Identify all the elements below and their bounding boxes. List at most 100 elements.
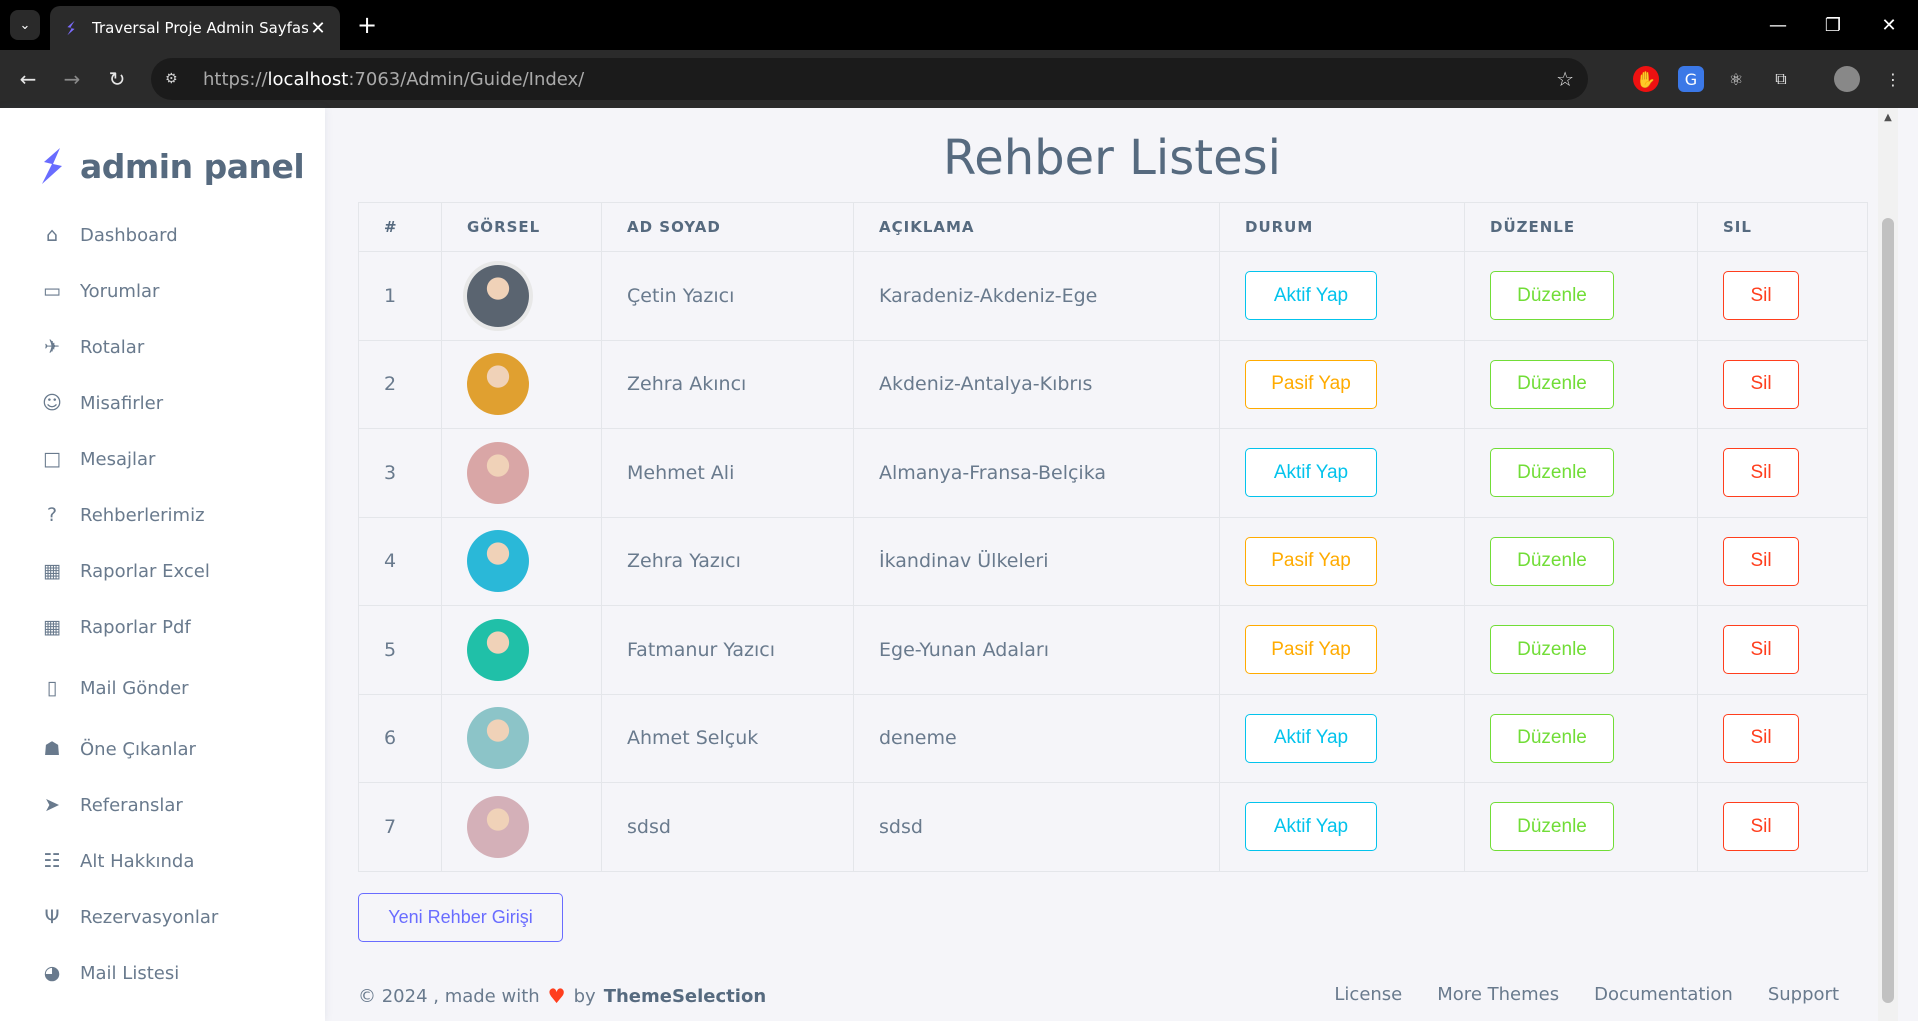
edit-button[interactable]: Düzenle — [1490, 625, 1614, 675]
delete-button[interactable]: Sil — [1723, 713, 1799, 763]
restaurant-icon: Ψ — [44, 906, 60, 928]
status-toggle-button[interactable]: Aktif Yap — [1245, 713, 1377, 763]
avatar — [467, 707, 529, 770]
page: admin panel ⌂ Dashboard ▭ Yorumlar ✈ Rot… — [0, 108, 1918, 1021]
site-info-icon[interactable]: ⚙ — [165, 71, 193, 87]
edit-button[interactable]: Düzenle — [1490, 713, 1614, 763]
guide-description: Akdeniz-Antalya-Kıbrıs — [853, 339, 1220, 429]
delete-cell: Sil — [1697, 251, 1868, 341]
footer-link-support[interactable]: Support — [1768, 984, 1839, 1005]
sidebar-item-misafirler[interactable]: ☺ Misafirler — [40, 388, 163, 418]
sidebar-item-raporlar-excel[interactable]: ▦ Raporlar Excel — [40, 556, 210, 586]
table-header-row: # GÖRSEL AD SOYAD AÇIKLAMA DURUM DÜZENLE… — [358, 202, 1868, 252]
scroll-thumb[interactable] — [1882, 218, 1894, 1003]
footer-link-license[interactable]: License — [1334, 984, 1402, 1005]
react-icon[interactable]: ⚛ — [1723, 66, 1749, 92]
edit-button[interactable]: Düzenle — [1490, 448, 1614, 498]
row-number: 7 — [358, 782, 442, 872]
delete-cell: Sil — [1697, 605, 1868, 695]
edit-cell: Düzenle — [1464, 339, 1698, 429]
column-header: DÜZENLE — [1464, 202, 1698, 252]
brand-text: admin panel — [80, 146, 305, 186]
delete-button[interactable]: Sil — [1723, 271, 1799, 321]
scrollbar[interactable]: ▲ — [1878, 108, 1898, 1021]
puzzle-icon[interactable]: ⧉ — [1768, 66, 1794, 92]
sidebar-item-rehberlerimiz[interactable]: ? Rehberlerimiz — [40, 500, 205, 530]
delete-button[interactable]: Sil — [1723, 625, 1799, 675]
delete-button[interactable]: Sil — [1723, 536, 1799, 586]
guide-name: sdsd — [601, 782, 854, 872]
row-number: 6 — [358, 693, 442, 783]
more-icon[interactable]: ⋮ — [1880, 66, 1906, 92]
table-row: 3 Mehmet Ali Almanya-Fransa-Belçika Aktif Y… — [358, 428, 1868, 518]
scroll-up-arrow-icon[interactable]: ▲ — [1882, 112, 1894, 124]
status-cell: Aktif Yap — [1219, 693, 1465, 783]
status-cell: Aktif Yap — [1219, 251, 1465, 341]
sidebar-item-rotalar[interactable]: ✈ Rotalar — [40, 332, 144, 362]
guide-description: Ege-Yunan Adaları — [853, 605, 1220, 695]
sidebar-item-referanslar[interactable]: ➤ Referanslar — [40, 790, 183, 820]
sidebar-item-mail-listesi[interactable]: ◕ Mail Listesi — [40, 958, 180, 988]
delete-button[interactable]: Sil — [1723, 448, 1799, 498]
cookie-icon: ◕ — [43, 962, 61, 984]
row-number: 5 — [358, 605, 442, 695]
brand-logo-icon — [42, 148, 62, 184]
avatar-cell — [441, 251, 602, 341]
status-toggle-button[interactable]: Pasif Yap — [1245, 536, 1377, 586]
brand[interactable]: admin panel — [38, 146, 305, 186]
status-toggle-button[interactable]: Aktif Yap — [1245, 802, 1377, 852]
status-toggle-button[interactable]: Pasif Yap — [1245, 625, 1377, 675]
sidebar-item-mesajlar[interactable]: □ Mesajlar — [40, 444, 155, 474]
close-icon[interactable]: ✕ — [308, 18, 328, 39]
translate-icon[interactable]: G — [1678, 66, 1704, 92]
footer-brand-link[interactable]: ThemeSelection — [604, 986, 766, 1007]
footer-link-documentation[interactable]: Documentation — [1594, 984, 1733, 1005]
sidebar-item-rezervasyonlar[interactable]: Ψ Rezervasyonlar — [40, 902, 219, 932]
main-content: Rehber Listesi # GÖRSEL AD SOYAD AÇIKLAM… — [325, 108, 1898, 1021]
row-number: 4 — [358, 516, 442, 606]
minimize-icon[interactable]: — — [1758, 10, 1798, 40]
sidebar-item-yorumlar[interactable]: ▭ Yorumlar — [40, 276, 159, 306]
new-guide-button[interactable]: Yeni Rehber Girişi — [358, 893, 563, 942]
forward-icon[interactable]: → — [57, 64, 87, 94]
restore-icon[interactable]: ❐ — [1813, 10, 1853, 40]
sidebar-item-dashboard[interactable]: ⌂ Dashboard — [40, 220, 178, 250]
delete-button[interactable]: Sil — [1723, 359, 1799, 409]
window-close-icon[interactable]: ✕ — [1869, 10, 1909, 40]
status-toggle-button[interactable]: Pasif Yap — [1245, 359, 1377, 409]
row-number: 1 — [358, 251, 442, 341]
tab-list-icon[interactable]: ⌄ — [10, 10, 40, 40]
edit-button[interactable]: Düzenle — [1490, 536, 1614, 586]
avatar-cell — [441, 605, 602, 695]
help-circle-icon: ? — [46, 504, 58, 526]
home-icon: ⌂ — [45, 224, 59, 246]
star-icon[interactable]: ☆ — [1556, 67, 1574, 91]
footer-link-more-themes[interactable]: More Themes — [1437, 984, 1559, 1005]
edit-cell: Düzenle — [1464, 782, 1698, 872]
avatar — [467, 530, 529, 593]
status-toggle-button[interactable]: Aktif Yap — [1245, 271, 1377, 321]
guide-description: deneme — [853, 693, 1220, 783]
profile-avatar[interactable] — [1834, 66, 1860, 92]
delete-button[interactable]: Sil — [1723, 802, 1799, 852]
edit-button[interactable]: Düzenle — [1490, 359, 1614, 409]
table-row: 4 Zehra Yazıcı İkandinav Ülkeleri Pasif Yap… — [358, 516, 1868, 606]
delete-cell: Sil — [1697, 339, 1868, 429]
sidebar-item-one-cikanlar[interactable]: ☗ Öne Çıkanlar — [40, 734, 195, 764]
face-icon: ☺ — [42, 392, 62, 414]
edit-cell: Düzenle — [1464, 605, 1698, 695]
extension-icon[interactable]: ✋ — [1633, 66, 1659, 92]
address-bar[interactable]: ⚙ https://localhost:7063/Admin/Guide/Ind… — [151, 58, 1588, 100]
sidebar-item-raporlar-pdf[interactable]: ▦ Raporlar Pdf — [40, 612, 191, 642]
status-toggle-button[interactable]: Aktif Yap — [1245, 448, 1377, 498]
sidebar-item-alt-hakkinda[interactable]: ☷ Alt Hakkında — [40, 846, 194, 876]
edit-button[interactable]: Düzenle — [1490, 271, 1614, 321]
sidebar-item-mail-gonder[interactable]: ▯ Mail Gönder — [40, 673, 189, 703]
url-text[interactable]: https://localhost:7063/Admin/Guide/Index… — [203, 69, 584, 90]
edit-button[interactable]: Düzenle — [1490, 802, 1614, 852]
reload-icon[interactable]: ↻ — [102, 64, 132, 94]
plus-icon[interactable]: + — [352, 10, 382, 40]
browser-tab[interactable]: Traversal Proje Admin Sayfası ✕ — [50, 6, 340, 50]
avatar-cell — [441, 516, 602, 606]
back-icon[interactable]: ← — [13, 64, 43, 94]
